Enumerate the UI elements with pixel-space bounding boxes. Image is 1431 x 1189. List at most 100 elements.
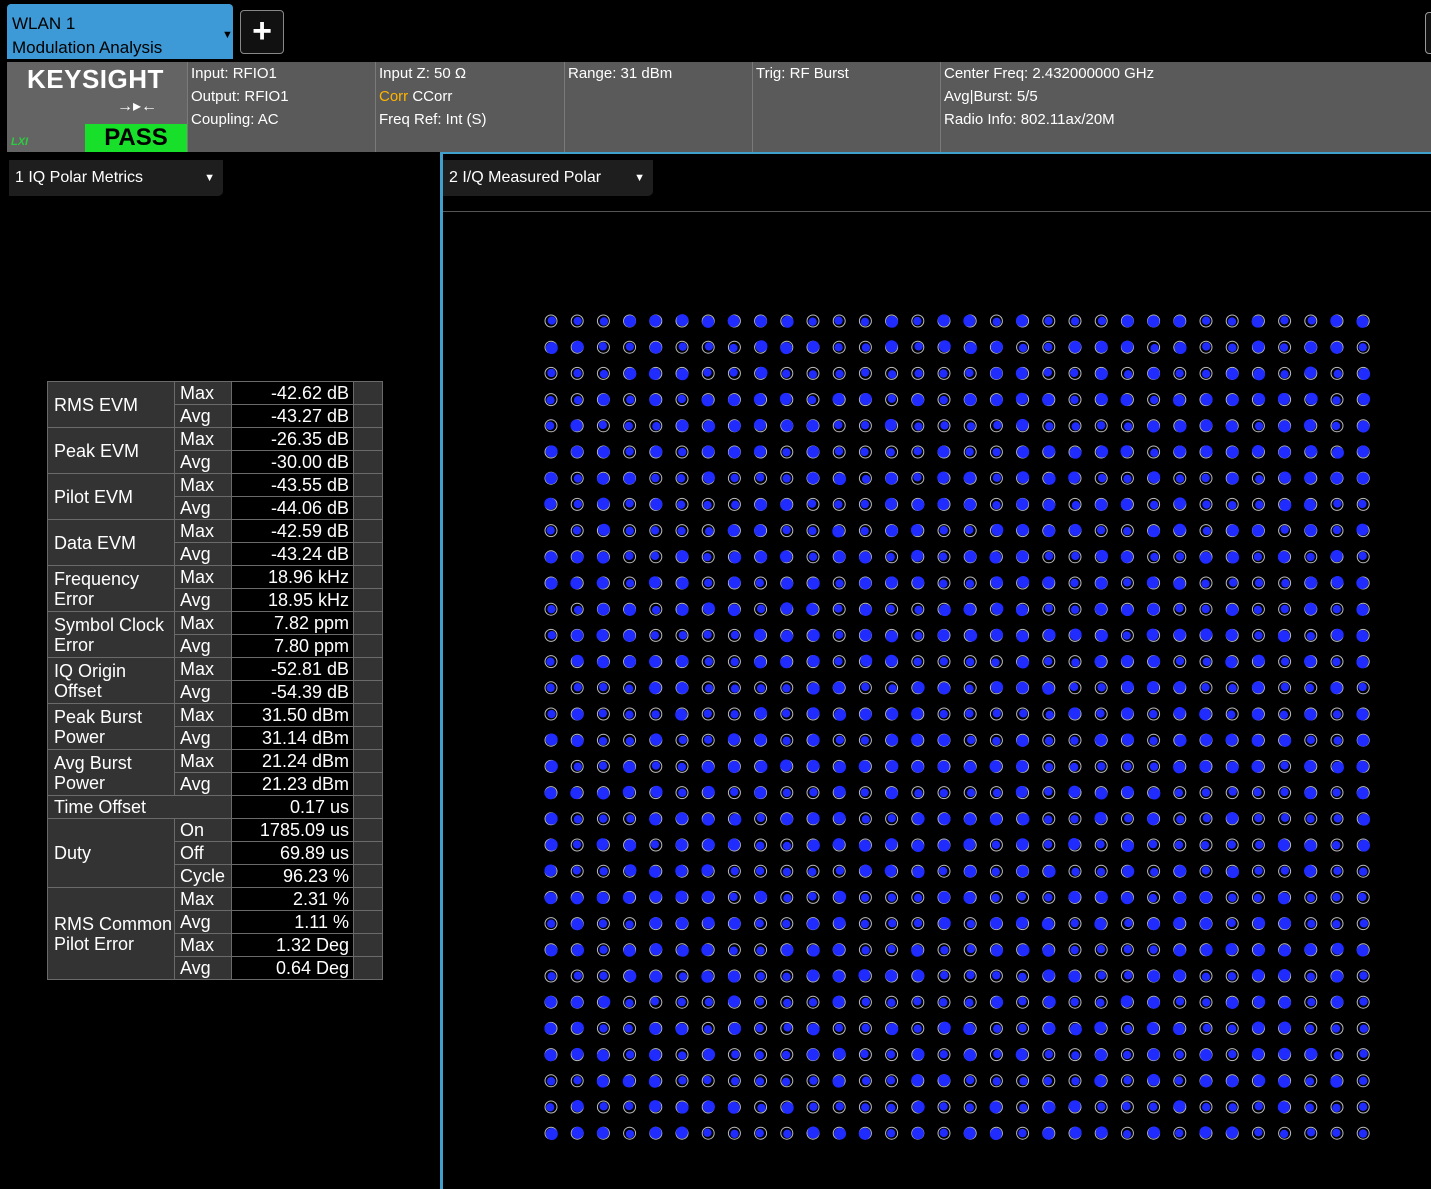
symbol-point [1173, 523, 1186, 536]
symbol-point [1226, 472, 1239, 485]
symbol-point [886, 604, 895, 614]
symbol-point [963, 1023, 976, 1036]
symbol-point [676, 944, 689, 957]
symbol-point [649, 393, 662, 406]
symbol-point [678, 1076, 687, 1085]
symbol-point [939, 788, 948, 798]
symbol-point [965, 447, 974, 457]
symbol-point [1043, 840, 1053, 849]
symbol-point [1251, 315, 1264, 328]
symbol-point [1331, 576, 1344, 589]
symbol-point [1333, 866, 1342, 876]
metric-name: Pilot EVM [47, 473, 175, 520]
symbol-point [888, 919, 897, 928]
symbol-point [1017, 944, 1030, 957]
metric-value: 18.95 kHz [231, 588, 354, 612]
symbol-point [1356, 576, 1369, 589]
symbol-point [703, 630, 712, 639]
left-window-title[interactable]: 1 IQ Polar Metrics ▼ [9, 160, 223, 196]
symbol-point [991, 996, 1004, 1009]
symbol-point [860, 526, 869, 536]
symbol-point [754, 315, 767, 328]
symbol-point [599, 867, 608, 876]
symbol-point [573, 683, 582, 692]
symbol-point [677, 997, 686, 1007]
frequency-settings[interactable]: Center Freq: 2.432000000 GHz Avg|Burst: … [940, 62, 1431, 152]
symbol-point [1280, 813, 1290, 823]
toolbar-edge-button[interactable] [1425, 12, 1431, 54]
symbol-point [1042, 393, 1055, 406]
symbol-point [570, 419, 583, 432]
symbol-point [938, 682, 951, 695]
symbol-point [546, 657, 555, 666]
symbol-point [1306, 552, 1315, 562]
symbol-point [912, 812, 925, 825]
add-tab-button[interactable]: + [240, 10, 284, 54]
metric-padding [353, 542, 383, 566]
symbol-point [545, 838, 558, 851]
symbol-point [885, 838, 898, 851]
symbol-point [938, 1074, 951, 1087]
symbol-point [702, 315, 715, 328]
input-settings[interactable]: Input: RFIO1 Output: RFIO1 Coupling: AC [187, 62, 376, 152]
symbol-point [858, 839, 871, 852]
symbol-point [546, 683, 555, 692]
symbol-point [1071, 658, 1080, 667]
symbol-point [675, 812, 688, 825]
symbol-point [939, 369, 948, 378]
symbol-point [598, 736, 608, 746]
symbol-point [650, 840, 660, 849]
symbol-point [675, 1023, 688, 1036]
symbol-point [1358, 393, 1371, 406]
symbol-point [676, 474, 686, 483]
symbol-point [781, 1077, 791, 1086]
symbol-point [1227, 866, 1240, 879]
symbol-point [1225, 733, 1238, 746]
symbol-point [598, 709, 608, 718]
symbol-point [1304, 787, 1317, 800]
symbol-point [939, 1128, 948, 1138]
symbol-point [807, 629, 820, 642]
symbol-point [938, 340, 951, 353]
symbol-point [1122, 1129, 1132, 1139]
symbol-point [885, 787, 898, 800]
pass-status-badge: PASS [85, 124, 187, 152]
symbol-point [703, 420, 716, 433]
trigger-settings[interactable]: Trig: RF Burst [752, 62, 941, 152]
symbol-point [1149, 395, 1159, 405]
symbol-point [834, 604, 843, 613]
impedance-settings[interactable]: Input Z: 50 Ω Corr CCorr Freq Ref: Int (… [375, 62, 564, 152]
symbol-point [730, 473, 739, 483]
symbol-point [649, 1049, 662, 1062]
symbol-point [807, 395, 817, 405]
symbol-point [596, 892, 609, 905]
symbol-point [1122, 1102, 1131, 1111]
symbol-point [1356, 315, 1369, 328]
symbol-point [1202, 1102, 1211, 1112]
symbol-point [1016, 498, 1029, 511]
symbol-point [1356, 787, 1369, 800]
symbol-point [939, 709, 948, 719]
symbol-point [599, 317, 609, 326]
symbol-point [571, 654, 584, 667]
symbol-point [1015, 785, 1028, 798]
symbol-point [625, 499, 634, 508]
symbol-point [807, 340, 820, 353]
symbol-point [753, 445, 766, 458]
symbol-point [1071, 501, 1081, 510]
symbol-point [1356, 523, 1369, 536]
measurement-tab[interactable]: WLAN 1 Modulation Analysis ▼ [7, 4, 233, 59]
constellation-plot[interactable] [443, 154, 1431, 1189]
symbol-point [1095, 367, 1108, 380]
symbol-point [1121, 655, 1134, 668]
symbol-point [781, 419, 794, 432]
symbol-point [1150, 867, 1159, 877]
range-settings[interactable]: Range: 31 dBm [564, 62, 753, 152]
metric-padding [353, 818, 383, 842]
symbol-point [1253, 605, 1263, 615]
symbol-point [1068, 471, 1081, 484]
symbol-point [623, 629, 636, 642]
symbol-point [992, 709, 1002, 718]
symbol-point [1331, 421, 1341, 431]
symbol-point [1016, 760, 1029, 773]
